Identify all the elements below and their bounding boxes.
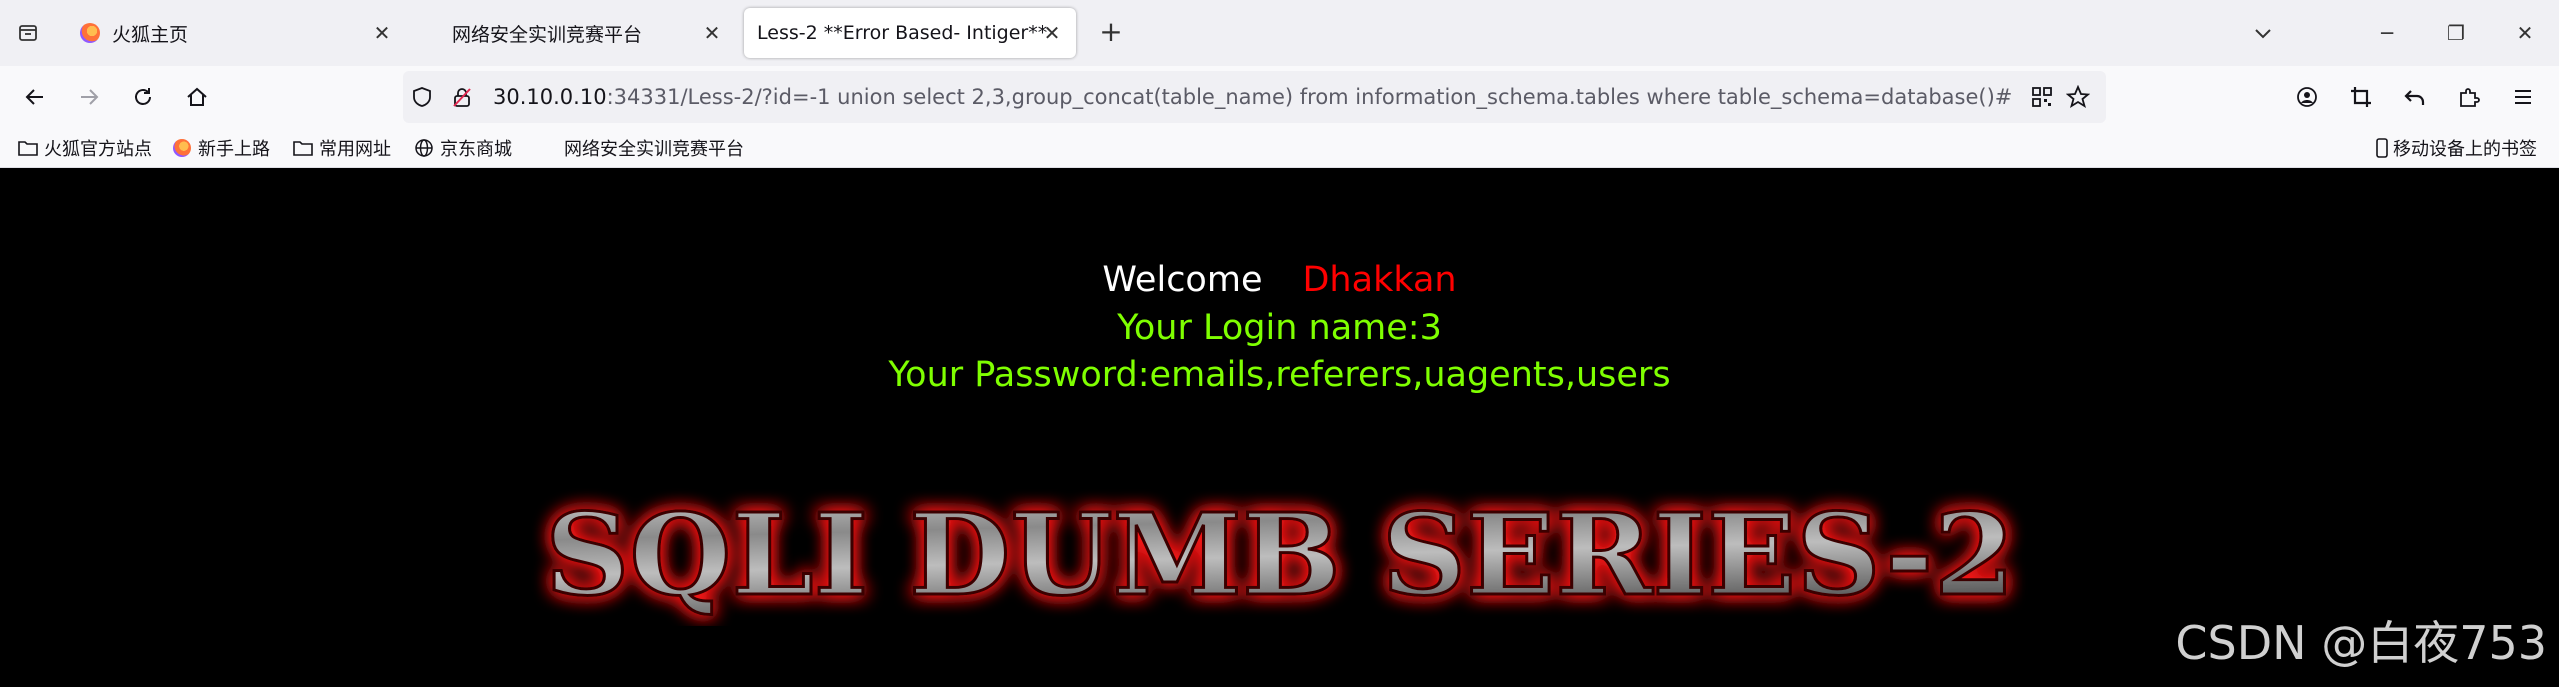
navigation-toolbar: 30.10.0.10:34331/Less-2/?id=-1 union sel… bbox=[0, 66, 2559, 128]
close-tab-icon[interactable]: ✕ bbox=[702, 23, 722, 43]
bookmark-label: 移动设备上的书签 bbox=[2393, 139, 2537, 160]
crop-icon bbox=[2351, 87, 2371, 107]
new-tab-button[interactable]: + bbox=[1095, 17, 1127, 49]
qr-code-button[interactable] bbox=[2029, 84, 2055, 110]
bookmark-label: 京东商城 bbox=[440, 139, 512, 160]
close-tab-icon[interactable]: ✕ bbox=[1042, 23, 1062, 43]
welcome-message: Welcome Dhakkan bbox=[0, 260, 2559, 300]
menu-button[interactable] bbox=[2506, 80, 2540, 114]
reload-icon bbox=[135, 88, 151, 105]
close-tab-icon[interactable]: ✕ bbox=[372, 23, 392, 43]
tab-firefox-home[interactable]: 火狐主页 ✕ bbox=[66, 8, 406, 58]
tracking-protection-button[interactable] bbox=[409, 84, 435, 110]
back-button[interactable] bbox=[18, 80, 52, 114]
mobile-bookmarks-folder[interactable]: 移动设备上的书签 bbox=[2375, 134, 2537, 162]
account-icon bbox=[2297, 87, 2317, 107]
firefox-icon bbox=[172, 138, 192, 158]
bookmark-label: 火狐官方站点 bbox=[44, 139, 152, 160]
arrow-right-icon bbox=[81, 89, 99, 105]
sqli-dumb-series-banner: SQLI DUMB SERIES-2 bbox=[544, 489, 2017, 623]
restore-button[interactable]: ❐ bbox=[2441, 18, 2471, 48]
screenshot-button[interactable] bbox=[2344, 80, 2378, 114]
site-info-button[interactable] bbox=[449, 84, 475, 110]
firefox-icon bbox=[80, 23, 100, 43]
url-bar[interactable]: 30.10.0.10:34331/Less-2/?id=-1 union sel… bbox=[403, 71, 2106, 123]
page-content: Welcome Dhakkan Your Login name:3 Your Pa… bbox=[0, 168, 2559, 687]
login-name-text: Your Login name:3 bbox=[1117, 308, 1442, 348]
bookmarks-toolbar: 火狐官方站点 新手上路 常用网址 京东商城 网络安全实训竞赛平台 移动设备上的书… bbox=[0, 128, 2559, 168]
folder-icon bbox=[293, 138, 313, 158]
minimize-button[interactable]: ─ bbox=[2372, 18, 2402, 48]
account-button[interactable] bbox=[2290, 80, 2324, 114]
tab-overflow-button[interactable] bbox=[2250, 20, 2276, 46]
tab-strip: 火狐主页 ✕ 网络安全实训竞赛平台 ✕ Less-2 **Error Based… bbox=[0, 0, 2559, 66]
tab-label: 网络安全实训竞赛平台 bbox=[452, 23, 643, 46]
reload-button[interactable] bbox=[126, 80, 160, 114]
tab-less-2[interactable]: Less-2 **Error Based- Intiger** ✕ bbox=[744, 8, 1076, 58]
home-button[interactable] bbox=[180, 80, 214, 114]
url-host: 30.10.0.10 bbox=[493, 85, 607, 109]
tab-list-icon bbox=[19, 25, 37, 41]
star-icon bbox=[2066, 85, 2090, 108]
folder-icon bbox=[18, 138, 38, 158]
csdn-watermark: CSDN @白夜753 bbox=[2175, 616, 2547, 670]
insecure-lock-icon bbox=[453, 88, 471, 107]
bookmark-item[interactable]: 新手上路 bbox=[172, 134, 270, 162]
bookmark-item[interactable]: 网络安全实训竞赛平台 bbox=[564, 134, 744, 162]
extensions-button[interactable] bbox=[2452, 80, 2486, 114]
close-window-button[interactable]: ✕ bbox=[2510, 18, 2540, 48]
tab-label: Less-2 **Error Based- Intiger** bbox=[757, 22, 1048, 44]
bookmark-item[interactable]: 京东商城 bbox=[414, 134, 512, 162]
hamburger-menu-icon bbox=[2515, 90, 2531, 104]
bookmark-label: 常用网址 bbox=[319, 139, 391, 160]
globe-icon bbox=[414, 138, 434, 158]
puzzle-icon bbox=[2460, 88, 2480, 107]
banner-title: SQLI DUMB SERIES-2 bbox=[545, 490, 2015, 621]
tab-training-platform[interactable]: 网络安全实训竞赛平台 ✕ bbox=[418, 8, 736, 58]
mobile-phone-icon bbox=[2375, 138, 2389, 158]
undo-button[interactable] bbox=[2398, 80, 2432, 114]
tab-list-button[interactable] bbox=[12, 17, 44, 49]
bookmark-page-button[interactable] bbox=[2065, 84, 2091, 110]
forward-button[interactable] bbox=[72, 80, 106, 114]
welcome-text: Welcome bbox=[1102, 260, 1263, 300]
bookmark-item[interactable]: 火狐官方站点 bbox=[18, 134, 152, 162]
bookmark-label: 网络安全实训竞赛平台 bbox=[564, 139, 744, 160]
arrow-left-icon bbox=[25, 89, 43, 105]
bookmark-label: 新手上路 bbox=[198, 139, 270, 160]
bookmark-item[interactable]: 常用网址 bbox=[293, 134, 391, 162]
tab-label: 火狐主页 bbox=[112, 23, 189, 46]
qr-code-icon bbox=[2032, 87, 2052, 107]
shield-icon bbox=[413, 87, 431, 107]
username-text: Dhakkan bbox=[1302, 260, 1457, 300]
url-text[interactable]: 30.10.0.10:34331/Less-2/?id=-1 union sel… bbox=[493, 71, 2012, 123]
undo-arrow-icon bbox=[2404, 90, 2425, 105]
password-text: Your Password:emails,referers,uagents,us… bbox=[888, 355, 1671, 395]
url-path: :34331/Less-2/?id=-1 union select 2,3,gr… bbox=[606, 85, 2013, 109]
home-icon bbox=[187, 87, 207, 106]
chevron-down-icon bbox=[2255, 29, 2271, 39]
